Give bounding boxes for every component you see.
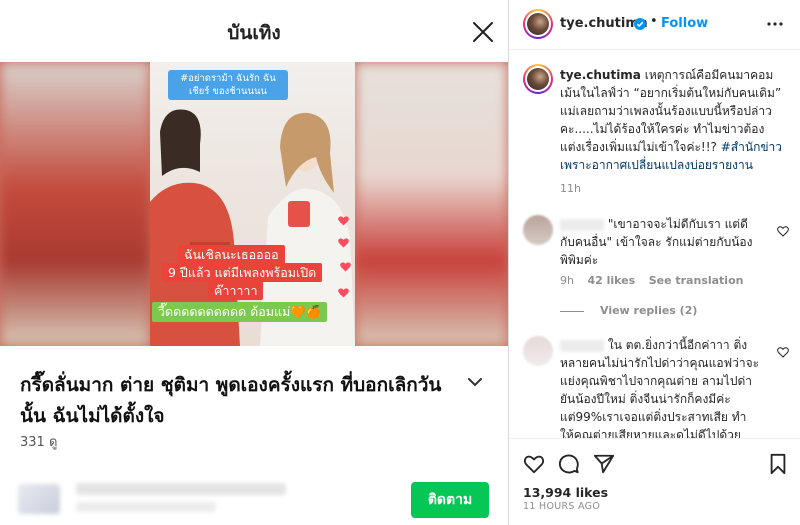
post-caption: tye.chutima เหตุการณ์คือมีคนมาคอมเม้นในไ…: [560, 66, 782, 174]
avatar[interactable]: [523, 9, 553, 39]
comment-1-likes[interactable]: 42 likes: [587, 274, 635, 287]
video-blur-right: [355, 62, 508, 346]
view-replies-label: View replies (2): [600, 304, 698, 317]
chevron-down-icon[interactable]: [466, 374, 484, 388]
floating-heart-icon: [340, 262, 351, 272]
avatar[interactable]: [523, 64, 553, 94]
header-dot: •: [650, 14, 658, 29]
comment-like-icon[interactable]: [777, 347, 789, 358]
commenter-name-blurred[interactable]: [560, 339, 604, 352]
modal-header: บันเทิง: [0, 0, 508, 62]
comment-1-time: 9h: [560, 274, 574, 287]
share-send-icon[interactable]: [593, 453, 615, 475]
channel-subtitle-blurred: [76, 502, 216, 512]
comment-1-meta: 9h 42 likes See translation: [560, 274, 743, 287]
channel-logo[interactable]: [18, 484, 60, 514]
see-translation-link[interactable]: See translation: [649, 274, 744, 287]
video-frame: #อย่าดราม้า ฉันรัก ฉันเชียร์ ของช้านนนน …: [150, 62, 355, 346]
like-heart-icon[interactable]: [523, 453, 545, 475]
comment-1: "เขาอาจจะไม่ดีกับเรา แต่ดีกับคนอื่น" เข้…: [560, 215, 760, 269]
caption-time: 11h: [560, 182, 581, 195]
category-title: บันเทิง: [227, 22, 281, 44]
close-icon[interactable]: [472, 21, 494, 43]
verified-badge-icon: [634, 18, 646, 30]
channel-name-blurred: [76, 483, 286, 495]
video-caption-1: ฉันเชิลนะเธออออ: [178, 245, 285, 264]
video-player[interactable]: #อย่าดราม้า ฉันรัก ฉันเชียร์ ของช้านนนน …: [0, 62, 508, 346]
follow-button[interactable]: ติดตาม: [411, 482, 489, 518]
caption-username[interactable]: tye.chutima: [560, 68, 641, 82]
video-hashtag-bubble: #อย่าดราม้า ฉันรัก ฉันเชียร์ ของช้านนนน: [168, 70, 288, 100]
comment-like-icon[interactable]: [777, 226, 789, 237]
video-caption-4: วี๊ดดดดดดดดดด ด้อมแม่🧡🍊: [152, 302, 328, 322]
news-modal: บันเทิง #อย่าดราม้า ฉันรัก ฉันเชียร์ ของ…: [0, 0, 508, 525]
floating-heart-icon: [338, 288, 349, 298]
floating-heart-icon: [338, 238, 349, 248]
commenter-avatar[interactable]: [523, 215, 553, 245]
post-title: กรี๊ดลั่นมาก ต่าย ชุติมา พูดเองครั้งแรก …: [20, 374, 442, 427]
likes-count[interactable]: 13,994 likes: [523, 485, 608, 500]
header-follow-button[interactable]: Follow: [661, 16, 708, 31]
post-header: tye.chutima • Follow: [509, 0, 800, 50]
channel-row: ติดตาม: [18, 476, 498, 525]
commenter-avatar[interactable]: [523, 336, 553, 366]
video-caption-3: ค๊าาาาา: [208, 281, 264, 300]
instagram-post-panel: tye.chutima • Follow tye.chutima เหตุการ…: [508, 0, 800, 525]
comment-2: ใน ตต.ยิ่งกว่านี้อีกค่าาา ติ่งหลายคนไม่น…: [560, 336, 760, 438]
comments-list[interactable]: tye.chutima เหตุการณ์คือมีคนมาคอมเม้นในไ…: [509, 50, 800, 438]
post-actions: 13,994 likes 11 HOURS AGO: [509, 438, 800, 525]
floating-heart-icon: [338, 216, 349, 226]
comment-2-text: ใน ตต.ยิ่งกว่านี้อีกค่าาา ติ่งหลายคนไม่น…: [560, 338, 760, 438]
commenter-name-blurred[interactable]: [560, 218, 604, 231]
post-timestamp: 11 HOURS AGO: [523, 501, 601, 512]
video-caption-2: 9 ปีแล้ว แต่มีเพลงพร้อมเปิด: [162, 263, 323, 282]
view-count: 331 ดู: [20, 435, 58, 450]
view-replies-button[interactable]: View replies (2): [560, 304, 697, 317]
more-options-icon[interactable]: [765, 16, 785, 32]
video-blur-left: [0, 62, 150, 346]
comment-bubble-icon[interactable]: [558, 453, 580, 475]
bookmark-icon[interactable]: [767, 453, 789, 475]
